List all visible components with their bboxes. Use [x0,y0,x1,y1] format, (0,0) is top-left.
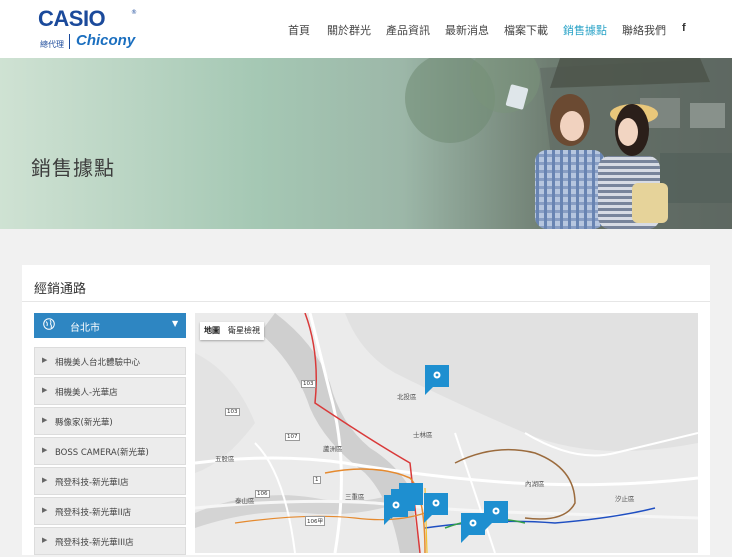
nav-contact[interactable]: 聯絡我們 [622,22,666,38]
city-dropdown[interactable]: 台北市 ▼ [34,313,186,338]
store-name: 飛登科技-新光華II店 [55,508,132,518]
nav-downloads[interactable]: 檔案下載 [504,22,548,38]
facebook-icon[interactable]: f [682,22,686,34]
nav-products[interactable]: 產品資訊 [386,22,430,38]
map-markers [384,365,508,543]
map-marker-icon[interactable] [424,493,448,523]
store-name: 相機美人-光華店 [55,388,118,398]
page-title: 銷售據點 [31,156,115,180]
chevron-right-icon: ▶ [42,446,48,454]
map-marker-icon[interactable] [425,365,449,395]
globe-icon [43,318,55,330]
casio-logo[interactable]: CASIO [38,6,106,32]
chevron-right-icon: ▶ [42,386,48,394]
store-list-item[interactable]: ▶ 相機美人-光華店 [34,377,186,405]
chicony-logo[interactable]: Chicony [76,32,135,49]
store-map[interactable]: 地圖 衛星檢視 北投區 士林區 內湖區 五股區 三重區 泰山區 蘆洲區 汐止區 1… [195,313,698,553]
agent-label: 總代理 [40,40,64,49]
chevron-right-icon: ▶ [42,416,48,424]
nav-about[interactable]: 關於群光 [327,22,371,38]
store-list-item[interactable]: ▶ BOSS CAMERA(新光華) [34,437,186,465]
site-header: CASIO ® 總代理 Chicony 首頁 關於群光 產品資訊 最新消息 檔案… [0,0,732,58]
section-divider [22,301,710,302]
logo-divider [69,34,70,49]
store-name: 飛登科技-新光華III店 [55,538,134,548]
store-name: 相機美人台北體驗中心 [55,358,141,368]
store-list-item[interactable]: ▶ 飛登科技-新光華III店 [34,527,186,555]
nav-news[interactable]: 最新消息 [445,22,489,38]
store-list-item[interactable]: ▶ 相機美人台北體驗中心 [34,347,186,375]
registered-mark: ® [131,9,137,16]
store-name: BOSS CAMERA(新光華) [55,448,149,458]
hero-photo [405,58,732,229]
chevron-right-icon: ▶ [42,536,48,544]
hero-banner: 銷售據點 [0,58,732,229]
chevron-right-icon: ▶ [42,476,48,484]
map-marker-icon[interactable] [484,501,508,531]
city-dropdown-value: 台北市 [70,323,100,334]
map-marker-icon[interactable] [384,495,408,525]
nav-home[interactable]: 首頁 [288,22,310,38]
caret-down-icon: ▼ [172,319,179,328]
store-list: ▶ 相機美人台北體驗中心 ▶ 相機美人-光華店 ▶ 縣像家(新光華) ▶ BOS… [34,347,186,557]
store-list-item[interactable]: ▶ 縣像家(新光華) [34,407,186,435]
store-name: 飛登科技-新光華I店 [55,478,129,488]
store-list-item[interactable]: ▶ 飛登科技-新光華II店 [34,497,186,525]
store-list-item[interactable]: ▶ 飛登科技-新光華I店 [34,467,186,495]
chevron-right-icon: ▶ [42,356,48,364]
map-marker-icon[interactable] [461,513,485,543]
section-title: 經銷通路 [34,282,87,297]
chevron-right-icon: ▶ [42,506,48,514]
store-name: 縣像家(新光華) [55,418,113,428]
nav-locations[interactable]: 銷售據點 [563,22,607,38]
